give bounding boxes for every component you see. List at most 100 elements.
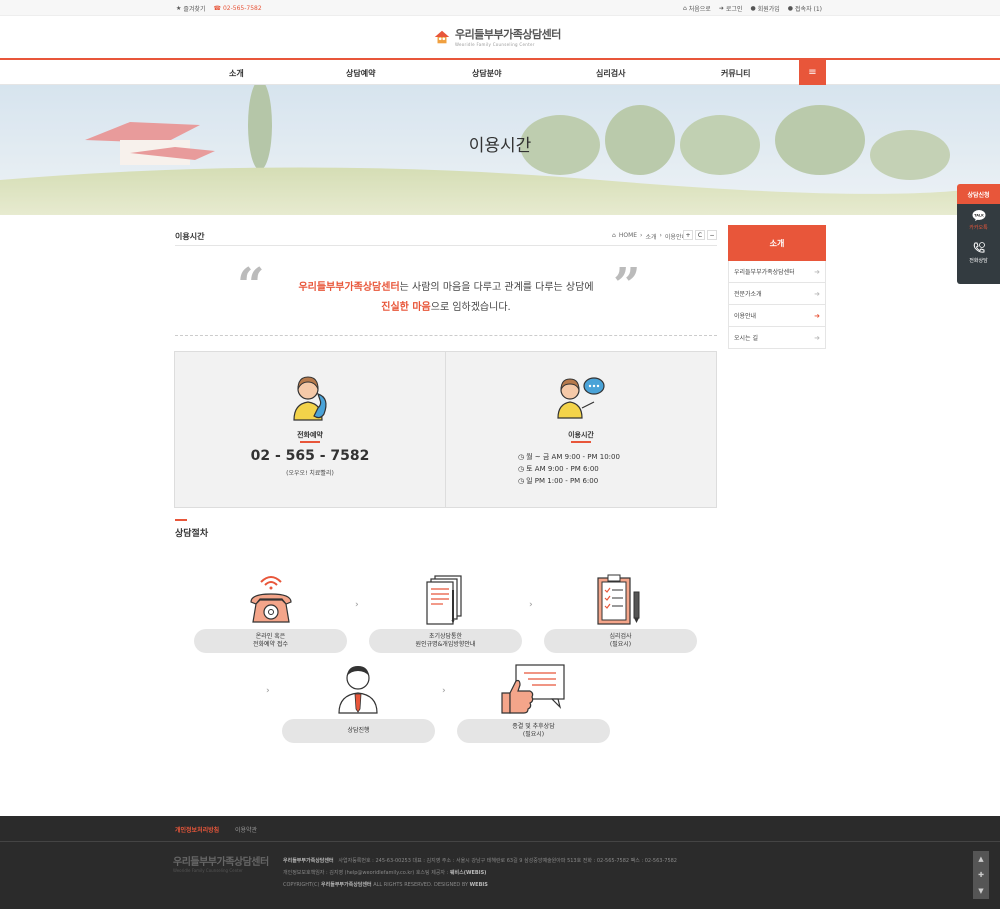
quote-open-icon: “: [237, 258, 265, 314]
sidebar-item-experts[interactable]: 전문가소개 ➜: [728, 283, 826, 305]
login-link[interactable]: ➜ 로그인: [719, 4, 743, 13]
site-footer: 개인정보처리방침 이용약관 우리들부부가족상담센터 Weoridle Famil…: [0, 816, 1000, 909]
step-arrow-icon: ›: [266, 686, 270, 696]
consultant-speech-icon: [557, 377, 605, 419]
hero-banner: 이용시간: [0, 85, 1000, 215]
sidebar: 소개 우리들부부가족상담센터 ➜ 전문가소개 ➜ 이용안내 ➜ 오시는 길 ➜: [728, 225, 826, 349]
quick-apply-button[interactable]: 상담신청: [957, 184, 1000, 204]
visitors-link[interactable]: ● 접속자 (1): [788, 4, 822, 13]
process-step-2: 초기상담통한 원인규명&개입방향안내: [369, 629, 522, 653]
process-header: 상담절차: [175, 519, 208, 539]
telephone-icon: [250, 576, 292, 623]
phone-mnemonic: (오우오! 치료빨리): [286, 470, 334, 477]
svg-text:TALK: TALK: [974, 214, 984, 218]
phone-operator-icon: [293, 376, 327, 421]
hamburger-icon: ≡: [808, 67, 817, 78]
quote-close-icon: ”: [613, 258, 641, 314]
clock-icon: ◷: [518, 453, 525, 461]
quote-text: 우리들부부가족상담센터는 사람의 마음을 다루고 관계를 다루는 상담에 진실한…: [298, 282, 594, 313]
label-underline: [571, 441, 591, 443]
process-step-3: 심리검사 (필요시): [544, 629, 697, 653]
top-phone[interactable]: ☎ 02-565-7582: [213, 5, 261, 12]
scroll-down-icon[interactable]: ▼: [978, 887, 983, 895]
opening-hours-box: 이용시간 ◷ 월 ~ 금 AM 9:00 - PM 10:00 ◷ 토 AM 9:0…: [445, 352, 716, 507]
bookmark-link[interactable]: ★ 즐겨찾기: [176, 4, 205, 13]
sidebar-item-directions[interactable]: 오시는 길 ➜: [728, 327, 826, 349]
arrow-right-icon: ➜: [814, 311, 820, 320]
intro-quote: “ ” 우리들부부가족상담센터는 사람의 마음을 다루고 관계를 다루는 상담에…: [175, 262, 717, 336]
main-nav: 소개 상담예약 상담분야 심리검사 커뮤니티 ≡: [0, 58, 1000, 86]
nav-item-fields[interactable]: 상담분야: [472, 68, 501, 79]
phone-reservation-label: 전화예약: [297, 431, 323, 439]
documents-icon: [426, 575, 462, 625]
process-step-1: 온라인 혹은 전화예약 접수: [194, 629, 347, 653]
clock-icon: ◷: [518, 477, 525, 485]
info-boxes: 전화예약 02 - 565 - 7582 (오우오! 치료빨리) 이용시간 ◷ 월…: [174, 351, 717, 508]
label-underline: [300, 441, 320, 443]
top-utility-bar: ★ 즐겨찾기 ☎ 02-565-7582 ⌂ 처음으로 ➜ 로그인 ● 회원가입…: [0, 0, 1000, 16]
breadcrumb: ⌂ HOME › 소개 › 이용안내: [612, 232, 687, 241]
font-reset-button[interactable]: C: [695, 230, 705, 240]
section-accent-bar: [175, 519, 187, 521]
breadcrumb-intro[interactable]: 소개: [645, 232, 656, 241]
hours-saturday: ◷ 토 AM 9:00 - PM 6:00: [518, 465, 599, 473]
login-icon: ➜: [718, 5, 724, 12]
page-title: 이용시간: [175, 232, 205, 241]
counselor-icon: [338, 666, 378, 714]
privacy-policy-link[interactable]: 개인정보처리방침: [175, 825, 219, 834]
menu-toggle-button[interactable]: ≡: [799, 59, 826, 86]
site-logo[interactable]: 우리들부부가족상담센터 Weoridle Family Counseling C…: [433, 26, 561, 47]
phone-reservation-box: 전화예약 02 - 565 - 7582 (오우오! 치료빨리): [175, 352, 445, 507]
step-arrow-icon: ›: [355, 600, 359, 610]
breadcrumb-separator: ›: [659, 232, 662, 239]
font-decrease-button[interactable]: −: [707, 230, 717, 240]
nav-item-tests[interactable]: 심리검사: [596, 68, 625, 79]
site-header: 우리들부부가족상담센터 Weoridle Family Counseling C…: [0, 16, 1000, 58]
scroll-tools: ▲ ✚ ▼: [973, 851, 989, 899]
home-icon: ⌂: [612, 232, 616, 239]
page-header: 이용시간 ⌂ HOME › 소개 › 이용안내 + C −: [175, 228, 717, 246]
footer-company-info: 우리들부부가족상담센터 사업자등록번호 : 245-63-00253 대표 : …: [283, 858, 677, 888]
nav-item-intro[interactable]: 소개: [229, 68, 244, 79]
arrow-right-icon: ➜: [814, 289, 820, 298]
font-increase-button[interactable]: +: [683, 230, 693, 240]
breadcrumb-home[interactable]: HOME: [619, 232, 637, 241]
process-step-4: 상담진행: [282, 719, 435, 743]
arrow-right-icon: ➜: [814, 267, 820, 276]
nav-item-community[interactable]: 커뮤니티: [721, 68, 750, 79]
process-step-5: 종결 및 추후상담 (필요시): [457, 719, 610, 743]
hours-sunday: ◷ 일 PM 1:00 - PM 6:00: [518, 477, 599, 485]
join-link[interactable]: ● 회원가입: [750, 4, 779, 13]
star-icon: ★: [176, 5, 182, 12]
breadcrumb-separator: ›: [640, 232, 643, 239]
arrow-right-icon: ➜: [814, 333, 820, 342]
sidebar-item-usage[interactable]: 이용안내 ➜: [728, 305, 826, 327]
kakao-talk-button[interactable]: TALK 카카오톡: [969, 210, 988, 231]
footer-logo: 우리들부부가족상담센터 Weoridle Family Counseling C…: [173, 857, 269, 873]
process-title: 상담절차: [175, 529, 209, 539]
hero-title: 이용시간: [468, 136, 532, 156]
sidebar-item-center[interactable]: 우리들부부가족상담센터 ➜: [728, 261, 826, 283]
nav-item-reservation[interactable]: 상담예약: [346, 68, 375, 79]
reservation-phone-number[interactable]: 02 - 565 - 7582: [175, 448, 445, 464]
terms-link[interactable]: 이용약관: [235, 825, 257, 834]
opening-hours-label: 이용시간: [568, 431, 594, 439]
step-arrow-icon: ›: [529, 600, 533, 610]
users-icon: ●: [787, 5, 794, 12]
clipboard-checklist-icon: [597, 574, 640, 625]
phone-call-icon: [973, 242, 985, 253]
opening-hours-list: ◷ 월 ~ 금 AM 9:00 - PM 10:00 ◷ 토 AM 9:00 - P…: [518, 451, 620, 487]
home-icon: ⌂: [682, 5, 687, 12]
move-icon[interactable]: ✚: [978, 871, 984, 879]
phone-consult-button[interactable]: 전화상담: [969, 241, 988, 264]
quick-menu: 상담신청 TALK 카카오톡 전화상담: [957, 184, 1000, 284]
kakao-talk-icon: TALK: [972, 210, 985, 221]
home-link[interactable]: ⌂ 처음으로: [683, 4, 711, 13]
hours-weekday: ◷ 월 ~ 금 AM 9:00 - PM 10:00: [518, 453, 620, 461]
step-arrow-icon: ›: [442, 686, 446, 696]
phone-icon: ☎: [213, 5, 221, 12]
logo-house-icon: [434, 30, 450, 43]
user-plus-icon: ●: [750, 5, 756, 12]
scroll-up-icon[interactable]: ▲: [978, 855, 983, 863]
clock-icon: ◷: [518, 465, 525, 473]
